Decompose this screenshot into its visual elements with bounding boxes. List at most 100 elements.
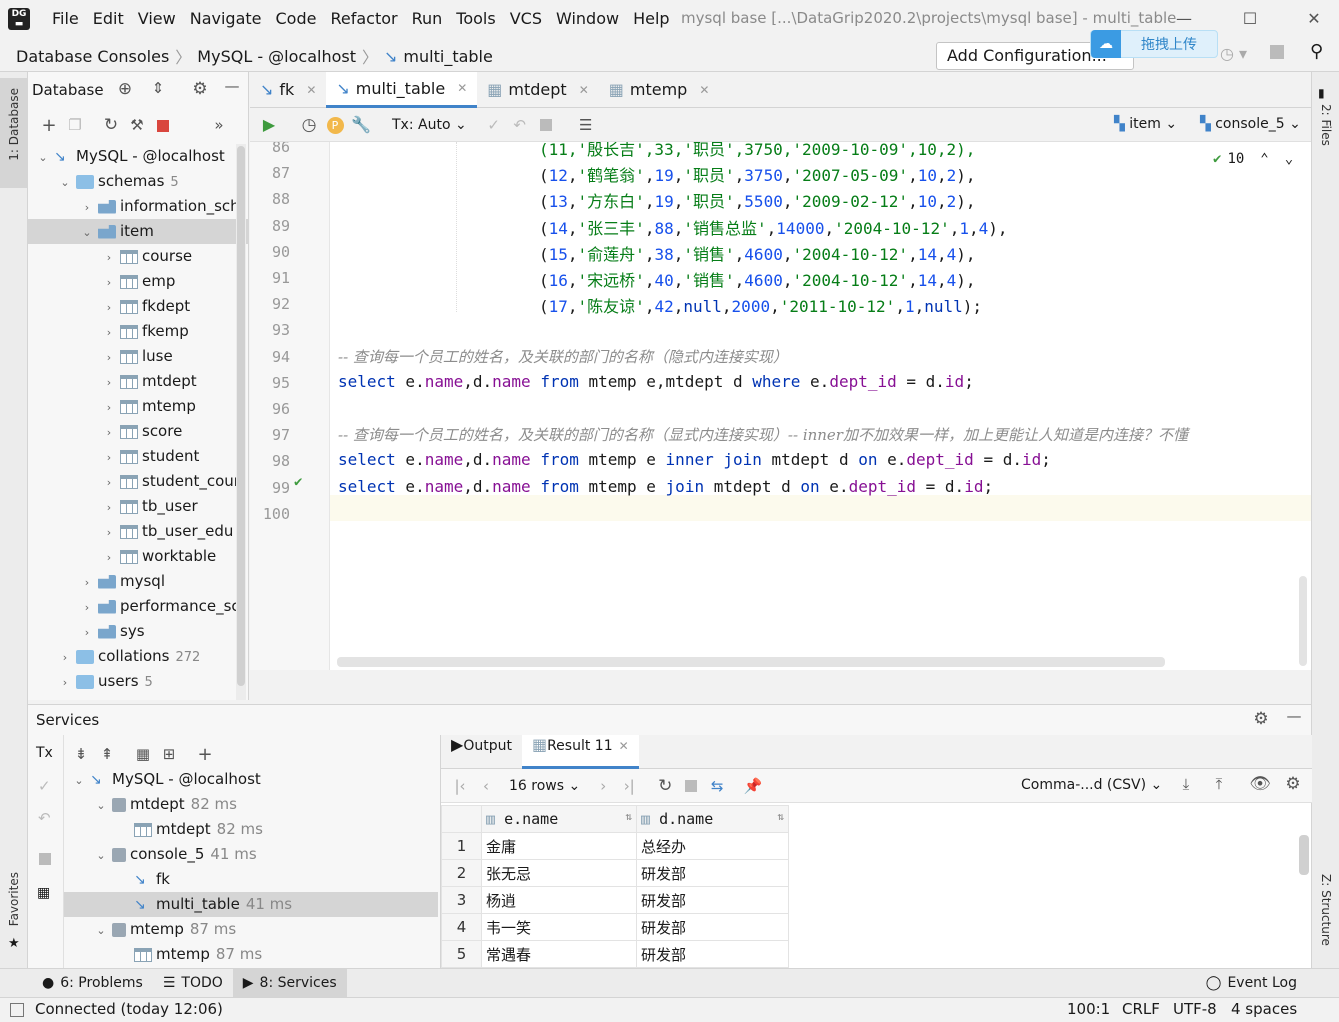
- gear-icon[interactable]: ⚙: [1248, 709, 1274, 729]
- tab-fk[interactable]: ↘ fk ✕: [250, 72, 326, 108]
- result-grid[interactable]: ▥ e.name ⇅ ▥ d.name ⇅ 1 金庸 总经办 2 张无忌 研发部 3 杨逍 研发…: [441, 805, 789, 968]
- menu-refactor[interactable]: Refactor: [323, 0, 404, 38]
- row-number[interactable]: 1: [441, 832, 482, 860]
- copy-icon[interactable]: ❐: [62, 116, 88, 134]
- search-icon[interactable]: ⚲: [1310, 41, 1323, 62]
- tree-node-luse[interactable]: › luse: [28, 344, 249, 369]
- tx-icon[interactable]: Tx: [36, 745, 53, 761]
- chevron-right-icon[interactable]: ›: [102, 345, 116, 370]
- grid-cell[interactable]: 研发部: [636, 940, 789, 968]
- favorites-stripe-button[interactable]: Favorites ★: [0, 872, 28, 962]
- last-page-icon[interactable]: ›|: [616, 777, 642, 795]
- grid-cell[interactable]: 研发部: [636, 859, 789, 887]
- compare-icon[interactable]: ⇆: [704, 777, 730, 795]
- tree-node-schemas[interactable]: ⌄ schemas 5: [28, 169, 249, 194]
- tree-node-worktable[interactable]: › worktable: [28, 544, 249, 569]
- schema-selector[interactable]: ▚ item ⌄: [1114, 116, 1177, 132]
- inspection-widget[interactable]: ✔ 10 ⌃ ⌄: [1213, 151, 1293, 167]
- grid-cell[interactable]: 杨逍: [481, 886, 637, 914]
- tool-window-8-services[interactable]: ▶ 8: Services: [232, 968, 347, 998]
- menu-window[interactable]: Window: [549, 0, 626, 38]
- gear-icon[interactable]: ⚙: [187, 79, 213, 99]
- tab-mtemp[interactable]: ▦ mtemp ✕: [599, 72, 720, 108]
- chevron-right-icon[interactable]: ›: [102, 520, 116, 545]
- row-number[interactable]: 2: [441, 859, 482, 887]
- chevron-right-icon[interactable]: ›: [102, 295, 116, 320]
- row-number[interactable]: 3: [441, 886, 482, 914]
- close-window-icon[interactable]: ✕: [1292, 0, 1336, 38]
- tree-node-fkemp[interactable]: › fkemp: [28, 319, 249, 344]
- tree-node-student-cour[interactable]: › student_cour: [28, 469, 249, 494]
- chevron-right-icon[interactable]: ›: [102, 545, 116, 570]
- collapse-all-icon[interactable]: ⇞: [94, 745, 120, 763]
- service-node[interactable]: ⌄ mtemp 87 ms: [64, 917, 438, 942]
- table-row[interactable]: 5 常遇春 研发部: [441, 940, 789, 968]
- menu-view[interactable]: View: [131, 0, 183, 38]
- result-tab[interactable]: ▦Result 11 ✕: [521, 734, 639, 769]
- grid-cell[interactable]: 研发部: [636, 913, 789, 941]
- tool-window-todo[interactable]: ☰ TODO: [153, 969, 233, 998]
- table-row[interactable]: 4 韦一笑 研发部: [441, 913, 789, 941]
- grid-scrollbar[interactable]: [1299, 835, 1309, 875]
- column-header[interactable]: ▥ d.name ⇅: [636, 805, 789, 833]
- menu-file[interactable]: File: [45, 0, 86, 38]
- breadcrumb-item[interactable]: Database Consoles: [16, 47, 169, 66]
- rollback-icon[interactable]: ↶: [507, 116, 533, 134]
- refresh-icon[interactable]: ↻: [652, 776, 678, 796]
- vertical-scrollbar[interactable]: [1299, 576, 1307, 666]
- menu-run[interactable]: Run: [405, 0, 450, 38]
- tree-node-mysql[interactable]: › mysql: [28, 569, 249, 594]
- rollback-icon[interactable]: ↶: [38, 809, 51, 827]
- cancel-icon[interactable]: [533, 116, 559, 134]
- chevron-down-icon[interactable]: ⌄: [80, 220, 94, 245]
- chevron-right-icon[interactable]: ›: [102, 420, 116, 445]
- new-tab-icon[interactable]: ⊞: [156, 745, 182, 763]
- stop-icon[interactable]: [39, 853, 51, 865]
- commit-icon[interactable]: ✓: [481, 116, 507, 134]
- rows-dropdown[interactable]: 16 rows ⌄: [509, 778, 580, 794]
- tree-node-score[interactable]: › score: [28, 419, 249, 444]
- tree-node-mysql-localhost[interactable]: ⌄ ↘ MySQL - @localhost: [28, 144, 249, 169]
- eye-icon[interactable]: 👁: [1247, 774, 1273, 794]
- chevron-right-icon[interactable]: ›: [102, 495, 116, 520]
- tree-node-tb-user[interactable]: › tb_user: [28, 494, 249, 519]
- tree-node-collations[interactable]: › collations 272: [28, 644, 249, 669]
- chevron-down-icon[interactable]: ⌄: [94, 843, 108, 868]
- grid-cell[interactable]: 常遇春: [481, 940, 637, 968]
- export-format-dropdown[interactable]: Comma-...d (CSV) ⌄: [1021, 777, 1162, 793]
- collapse-all-icon[interactable]: ⇕: [145, 79, 171, 97]
- chevron-right-icon[interactable]: ›: [102, 370, 116, 395]
- tree-node-users[interactable]: › users 5: [28, 669, 249, 694]
- add-icon[interactable]: +: [192, 744, 218, 765]
- output-tab[interactable]: ▶Output: [441, 735, 522, 769]
- tree-node-tb-user-edu[interactable]: › tb_user_edu: [28, 519, 249, 544]
- chevron-right-icon[interactable]: ›: [80, 620, 94, 645]
- horizontal-scrollbar[interactable]: [337, 657, 1165, 667]
- service-node[interactable]: ⌄ ↘ MySQL - @localhost: [64, 767, 438, 792]
- menu-help[interactable]: Help: [626, 0, 676, 38]
- chevron-down-icon[interactable]: ⌄: [94, 793, 108, 818]
- tx-mode-dropdown[interactable]: Tx: Auto ⌄: [392, 117, 467, 133]
- console-selector[interactable]: ▚ console_5 ⌄: [1200, 116, 1301, 132]
- close-tab-icon[interactable]: ✕: [699, 83, 709, 97]
- menu-tools[interactable]: Tools: [449, 0, 502, 38]
- add-icon[interactable]: +: [36, 115, 62, 136]
- history-icon[interactable]: ◷: [296, 115, 322, 135]
- upload-widget[interactable]: ☁ 拖拽上传: [1090, 30, 1218, 58]
- tree-node-student[interactable]: › student: [28, 444, 249, 469]
- download-icon[interactable]: ⤓: [1173, 775, 1199, 793]
- tab-mtdept[interactable]: ▦ mtdept ✕: [477, 72, 598, 108]
- tree-node-course[interactable]: › course: [28, 244, 249, 269]
- chevron-right-icon[interactable]: ›: [102, 445, 116, 470]
- more-icon[interactable]: »: [206, 116, 232, 134]
- maximize-icon[interactable]: ☐: [1228, 0, 1272, 38]
- commit-icon[interactable]: ✓: [38, 777, 51, 795]
- tab-multi-table[interactable]: ↘ multi_table ✕: [326, 71, 478, 108]
- service-node[interactable]: ↘ fk: [64, 867, 438, 892]
- stop-icon[interactable]: [1270, 45, 1284, 59]
- chevron-down-icon[interactable]: ⌄: [72, 768, 86, 793]
- hide-panel-icon[interactable]: —: [1281, 707, 1307, 725]
- column-header[interactable]: ▥ e.name ⇅: [481, 805, 637, 833]
- close-tab-icon[interactable]: ✕: [457, 81, 467, 95]
- line-separator[interactable]: CRLF: [1122, 1000, 1160, 1018]
